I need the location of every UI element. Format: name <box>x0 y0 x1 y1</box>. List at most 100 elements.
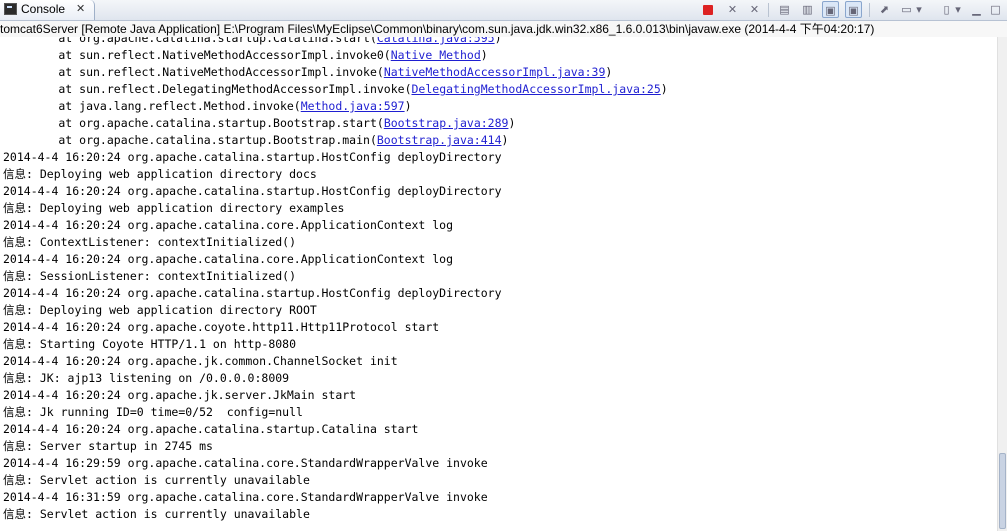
toolbar-separator <box>869 3 870 17</box>
stop-icon <box>703 5 713 15</box>
close-icon[interactable]: ✕ <box>76 2 85 16</box>
terminate-button[interactable] <box>700 1 717 18</box>
console-line-text: at sun.reflect.NativeMethodAccessorImpl.… <box>3 65 384 79</box>
console-line: at sun.reflect.DelegatingMethodAccessorI… <box>3 81 668 98</box>
process-description: tomcat6Server [Remote Java Application] … <box>0 21 1007 37</box>
clear-console-button[interactable]: ▤ <box>776 1 793 18</box>
console-line-text: ) <box>605 65 613 79</box>
console-line-text: 信息: Jk running ID=0 time=0/52 config=nul… <box>3 405 303 419</box>
stack-trace-link[interactable]: Bootstrap.java:414 <box>377 133 502 147</box>
stack-trace-link[interactable]: Native Method <box>391 48 481 62</box>
console-view-toolbar: Console ✕ ✕ ✕ ▤ ▥ ▣ ▣ ⬈ ▭ ▾ ▯ ▾ ▁ □ <box>0 0 1007 21</box>
console-line: 信息: Servlet action is currently unavaila… <box>3 472 310 489</box>
console-line-text: 信息: Servlet action is currently unavaila… <box>3 507 310 521</box>
scroll-lock-button[interactable]: ▥ <box>799 1 816 18</box>
pin-icon: ⬈ <box>879 3 890 16</box>
console-line: 2014-4-4 16:20:24 org.apache.catalina.co… <box>3 251 453 268</box>
console-line-text: 2014-4-4 16:20:24 org.apache.jk.server.J… <box>3 388 357 402</box>
console-line: 信息: Deploying web application directory … <box>3 166 317 183</box>
console-line: at java.lang.reflect.Method.invoke(Metho… <box>3 98 412 115</box>
console-line-text: ) <box>404 99 412 113</box>
console-line: at sun.reflect.NativeMethodAccessorImpl.… <box>3 47 488 64</box>
console-line-text: 2014-4-4 16:20:24 org.apache.catalina.co… <box>3 218 454 232</box>
console-line-text: at java.lang.reflect.Method.invoke( <box>3 99 301 113</box>
open-console-dropdown[interactable]: ▾ <box>953 1 963 18</box>
console-line-text: ) <box>480 48 488 62</box>
pin-console-button[interactable]: ⬈ <box>876 1 893 18</box>
console-line-text: 2014-4-4 16:20:24 org.apache.catalina.st… <box>3 184 502 198</box>
console-line: 2014-4-4 16:20:24 org.apache.catalina.co… <box>3 217 453 234</box>
console-line-text: 信息: JK: ajp13 listening on /0.0.0.0:8009 <box>3 371 290 385</box>
console-line-text: 2014-4-4 16:29:59 org.apache.catalina.co… <box>3 456 488 470</box>
console-line: 2014-4-4 16:20:24 org.apache.catalina.st… <box>3 149 502 166</box>
console-line: at org.apache.catalina.startup.Catalina.… <box>3 37 502 47</box>
console-line: 2014-4-4 16:20:24 org.apache.catalina.st… <box>3 183 502 200</box>
double-x-icon: ✕ <box>749 3 760 16</box>
console-line-text: ) <box>508 116 516 130</box>
console-line-text: ) <box>501 133 509 147</box>
console-line-text: 2014-4-4 16:20:24 org.apache.catalina.st… <box>3 150 502 164</box>
console-line: 2014-4-4 16:20:24 org.apache.jk.server.J… <box>3 387 356 404</box>
console-line: 信息: Deploying web application directory … <box>3 302 317 319</box>
console-line-text: ) <box>494 37 502 45</box>
minimize-button[interactable]: ▁ <box>968 1 985 18</box>
console-line-text: 2014-4-4 16:20:24 org.apache.catalina.st… <box>3 422 419 436</box>
console-line: 信息: SessionListener: contextInitialized(… <box>3 268 296 285</box>
console-line-text: at sun.reflect.NativeMethodAccessorImpl.… <box>3 48 391 62</box>
console-line-text: at org.apache.catalina.startup.Bootstrap… <box>3 116 384 130</box>
console-line: 2014-4-4 16:20:24 org.apache.coyote.http… <box>3 319 439 336</box>
show-on-stderr-button[interactable]: ▣ <box>845 1 862 18</box>
maximize-button[interactable]: □ <box>987 1 1004 18</box>
console-line-text: at sun.reflect.DelegatingMethodAccessorI… <box>3 82 412 96</box>
console-line-text: 信息: Server startup in 2745 ms <box>3 439 213 453</box>
stdout-icon: ▣ <box>825 4 836 17</box>
stack-trace-link[interactable]: Method.java:597 <box>301 99 405 113</box>
console-line: 2014-4-4 16:29:59 org.apache.catalina.co… <box>3 455 488 472</box>
console-line: 2014-4-4 16:31:59 org.apache.catalina.co… <box>3 489 488 506</box>
console-line-text: ) <box>660 82 668 96</box>
stack-trace-link[interactable]: Catalina.java:595 <box>377 37 495 45</box>
display-selected-console-button[interactable]: ▭ <box>898 1 915 18</box>
vertical-scrollbar[interactable] <box>997 37 1007 531</box>
console-line: 2014-4-4 16:20:24 org.apache.catalina.st… <box>3 285 502 302</box>
stack-trace-link[interactable]: NativeMethodAccessorImpl.java:39 <box>384 65 606 79</box>
console-line: 信息: Server startup in 2745 ms <box>3 438 213 455</box>
console-line: 2014-4-4 16:20:24 org.apache.catalina.st… <box>3 421 418 438</box>
remove-launch-button[interactable]: ✕ <box>724 1 741 18</box>
console-line: 信息: ContextListener: contextInitialized(… <box>3 234 296 251</box>
console-line-text: 信息: SessionListener: contextInitialized(… <box>3 269 297 283</box>
console-line-text: 信息: ContextListener: contextInitialized(… <box>3 235 297 249</box>
console-line-text: 信息: Deploying web application directory … <box>3 303 317 317</box>
console-line-text: 信息: Servlet action is currently unavaila… <box>3 473 310 487</box>
console-line-text: 2014-4-4 16:20:24 org.apache.coyote.http… <box>3 320 440 334</box>
maximize-icon: □ <box>990 3 1001 16</box>
stack-trace-link[interactable]: DelegatingMethodAccessorImpl.java:25 <box>412 82 661 96</box>
console-line-text: 2014-4-4 16:20:24 org.apache.catalina.co… <box>3 252 454 266</box>
console-line-text: 信息: Deploying web application directory … <box>3 201 345 215</box>
console-line: 信息: Jk running ID=0 time=0/52 config=nul… <box>3 404 303 421</box>
console-line-text: 2014-4-4 16:31:59 org.apache.catalina.co… <box>3 490 488 504</box>
console-line: 信息: Starting Coyote HTTP/1.1 on http-808… <box>3 336 296 353</box>
display-selected-console-dropdown[interactable]: ▾ <box>914 1 924 18</box>
remove-all-terminated-button[interactable]: ✕ <box>746 1 763 18</box>
stderr-icon: ▣ <box>848 4 859 17</box>
console-line: at org.apache.catalina.startup.Bootstrap… <box>3 115 515 132</box>
console-line-text: 信息: Deploying web application directory … <box>3 167 317 181</box>
show-on-stdout-button[interactable]: ▣ <box>822 1 839 18</box>
tab-label: Console <box>21 2 66 16</box>
monitor-icon: ▭ <box>901 3 912 16</box>
chevron-down-icon: ▾ <box>916 3 922 16</box>
console-line: 2014-4-4 16:20:24 org.apache.jk.common.C… <box>3 353 398 370</box>
chevron-down-icon: ▾ <box>955 3 961 16</box>
console-line: at org.apache.catalina.startup.Bootstrap… <box>3 132 508 149</box>
stack-trace-link[interactable]: Bootstrap.java:289 <box>384 116 509 130</box>
console-line: 信息: JK: ajp13 listening on /0.0.0.0:8009 <box>3 370 289 387</box>
minimize-icon: ▁ <box>972 3 981 16</box>
scrollbar-thumb[interactable] <box>999 453 1006 529</box>
console-line-text: at org.apache.catalina.startup.Bootstrap… <box>3 133 377 147</box>
close-x-icon: ✕ <box>727 3 738 16</box>
console-output[interactable]: at org.apache.catalina.startup.Catalina.… <box>0 37 997 531</box>
tab-console[interactable]: Console ✕ <box>0 0 95 20</box>
console-line-text: 2014-4-4 16:20:24 org.apache.jk.common.C… <box>3 354 398 368</box>
console-line: at sun.reflect.NativeMethodAccessorImpl.… <box>3 64 612 81</box>
